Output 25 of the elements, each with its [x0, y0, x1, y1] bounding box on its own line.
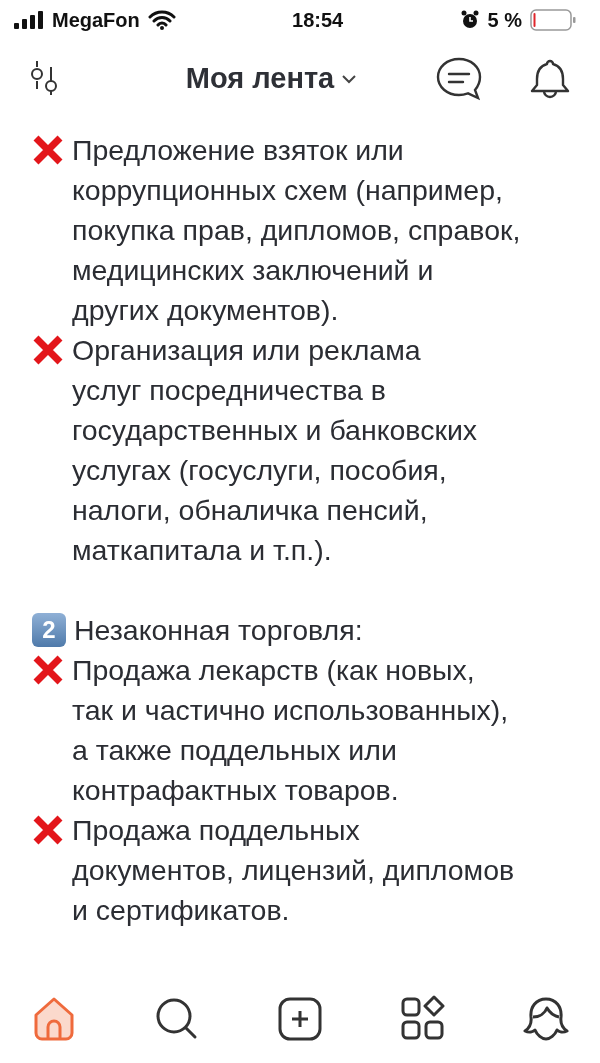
chevron-down-icon [342, 74, 357, 84]
filter-icon[interactable] [30, 61, 58, 97]
add-icon[interactable] [276, 995, 324, 1043]
alarm-icon [459, 10, 480, 30]
apps-icon[interactable] [399, 995, 447, 1043]
signal-icon [14, 11, 44, 29]
chat-icon[interactable] [436, 57, 482, 101]
post-paragraph: Продажа поддельных документов, лицензий, дипломов и сертификатов. [72, 813, 515, 928]
battery-percent: 5 % [487, 8, 522, 33]
post-paragraph: Продажа лекарств (как новых, так и частично использованных), а также поддельных или контрафактных товаров. [72, 653, 509, 808]
wifi-icon [147, 10, 176, 30]
number-badge: 2 [32, 613, 66, 647]
carrier-name: MegaFon [52, 8, 140, 33]
post-paragraph: Предложение взяток или коррупционных схем (например, покупка прав, дипломов, справок, медицинских заключений и других документов). [72, 133, 521, 328]
cross-mark-icon [32, 654, 64, 686]
cross-mark-icon [32, 814, 64, 846]
bell-icon[interactable] [530, 57, 570, 101]
status-time: 18:54 [292, 8, 344, 33]
cross-mark-icon [32, 334, 64, 366]
feed-selector[interactable]: Моя лента [185, 57, 357, 101]
post-paragraph: Организация или реклама услуг посредничества в государственных и банковских услугах (госуслуги, пособия, налоги, обналичка пенсий, маткапитала и т.п.). [72, 333, 478, 568]
section-heading: Незаконная торговля: [74, 613, 363, 648]
person-icon[interactable] [522, 995, 570, 1043]
cross-mark-icon [32, 134, 64, 166]
battery-icon [530, 9, 576, 31]
